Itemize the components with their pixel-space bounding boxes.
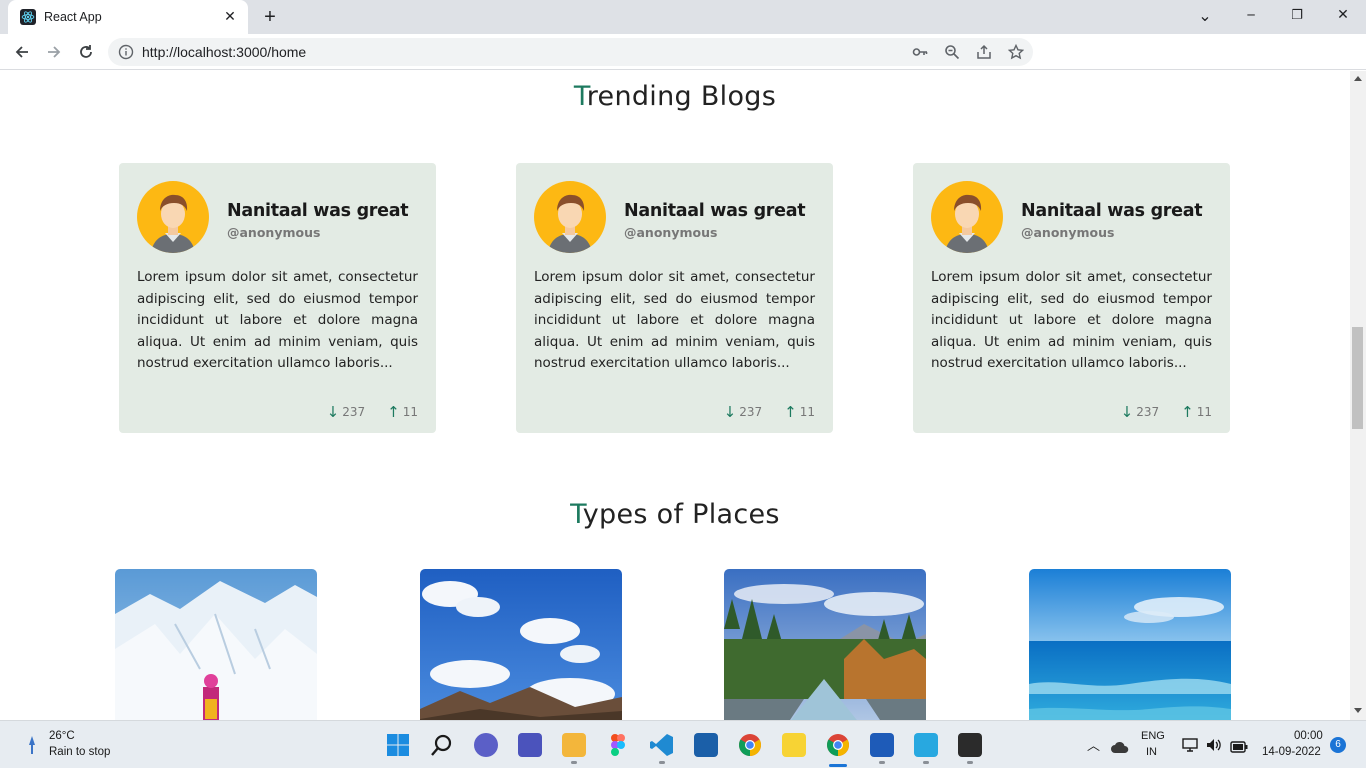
chrome-icon[interactable] [738,733,762,757]
downvote-count: 237 [1136,405,1160,419]
file-explorer-icon[interactable] [562,733,586,757]
tray-overflow-chevron-icon[interactable]: ︿ [1087,735,1100,754]
blog-vote-stats: ↓ 237 ↑ 11 [327,403,418,421]
down-arrow-icon[interactable]: ↓ [1121,403,1134,421]
user-avatar-icon [151,194,195,253]
up-arrow-icon[interactable]: ↑ [387,403,400,421]
browser-toolbar: http://localhost:3000/home 1 N [0,34,1366,97]
blog-excerpt: Lorem ipsum dolor sit amet, consectetur … [137,269,418,371]
react-logo-icon [20,9,36,25]
share-icon[interactable] [976,44,992,60]
blog-excerpt: Lorem ipsum dolor sit amet, consectetur … [534,269,815,371]
tab-search-chevron-icon[interactable]: ⌄ [1182,0,1228,30]
upvote-count: 11 [799,405,815,419]
key-icon[interactable] [912,44,928,60]
search-icon[interactable] [430,733,454,757]
scroll-down-arrow-icon[interactable] [1354,708,1362,713]
blog-title[interactable]: Nanitaal was great [624,201,806,221]
down-arrow-icon[interactable]: ↓ [327,403,340,421]
notification-badge[interactable]: 6 [1330,737,1346,753]
blog-excerpt: Lorem ipsum dolor sit amet, consectetur … [931,269,1212,371]
teams-icon[interactable] [518,733,542,757]
forward-button[interactable] [40,38,68,66]
back-button[interactable] [8,38,36,66]
blog-author-handle: @anonymous [624,225,718,240]
upvote-count: 11 [402,405,418,419]
scroll-up-arrow-icon[interactable] [1354,76,1362,81]
reload-button[interactable] [72,38,100,66]
url-text[interactable]: http://localhost:3000/home [142,44,306,60]
avatar [534,181,606,253]
sticky-notes-icon[interactable] [782,733,806,757]
dev-home-icon[interactable] [694,733,718,757]
site-info-icon[interactable] [118,44,134,64]
tab-strip: React App ✕ + ⌄ ─ ❐ ✕ [0,0,1366,34]
blog-vote-stats: ↓ 237 ↑ 11 [1121,403,1212,421]
trending-blogs-heading: Trending Blogs [573,81,777,112]
blog-author-handle: @anonymous [1021,225,1115,240]
place-image-ocean-beach[interactable] [1029,569,1231,720]
volume-icon[interactable] [1206,737,1222,756]
blog-card[interactable]: Nanitaal was great @anonymous Lorem ipsu… [516,163,833,433]
bookmark-star-icon[interactable] [1007,43,1025,60]
terminal-icon[interactable] [958,733,982,757]
up-arrow-icon[interactable]: ↑ [784,403,797,421]
blog-card[interactable]: Nanitaal was great @anonymous Lorem ipsu… [119,163,436,433]
new-tab-button[interactable]: + [259,6,281,28]
scroll-thumb[interactable] [1352,327,1363,429]
types-of-places-heading: Types of Places [570,499,780,530]
user-avatar-icon [548,194,592,253]
blog-title[interactable]: Nanitaal was great [1021,201,1203,221]
weather-icon[interactable] [24,734,40,760]
down-arrow-icon[interactable]: ↓ [724,403,737,421]
word-icon[interactable] [870,733,894,757]
clock-time[interactable]: 00:00 [1294,730,1323,742]
battery-icon[interactable] [1230,738,1248,757]
page-scrollbar[interactable] [1350,71,1366,720]
windows-taskbar: 26°C Rain to stop ︿ ENG IN 00:00 14-09-2… [0,720,1366,768]
figma-icon[interactable] [606,733,630,757]
vscode-icon[interactable] [650,733,674,757]
address-bar[interactable]: http://localhost:3000/home [108,38,1033,66]
chrome-dev-icon[interactable] [826,733,850,757]
downvote-count: 237 [342,405,366,419]
downvote-count: 237 [739,405,763,419]
back-arrow-icon [15,46,28,58]
page-viewport: Trending Blogs Nanitaal was great @anony… [0,71,1350,720]
onedrive-cloud-icon[interactable] [1111,738,1129,757]
reload-icon [80,45,92,58]
minimize-button[interactable]: ─ [1228,0,1274,30]
zoom-icon[interactable] [944,44,960,60]
input-language[interactable]: ENG [1141,730,1165,742]
forward-arrow-icon [48,46,61,58]
up-arrow-icon[interactable]: ↑ [1181,403,1194,421]
place-image-blue-sky-clouds[interactable] [420,569,622,720]
place-image-snow-mountains[interactable] [115,569,317,720]
tab-title: React App [44,10,102,24]
notepad-icon[interactable] [914,733,938,757]
user-avatar-icon [945,194,989,253]
place-image-forest-river[interactable] [724,569,926,720]
browser-tab[interactable]: React App ✕ [8,0,248,34]
weather-temp[interactable]: 26°C [49,730,75,742]
close-tab-icon[interactable]: ✕ [220,7,240,27]
windows-start-icon[interactable] [386,733,410,757]
avatar [931,181,1003,253]
clock-date[interactable]: 14-09-2022 [1262,746,1321,758]
close-window-button[interactable]: ✕ [1320,0,1366,30]
blog-vote-stats: ↓ 237 ↑ 11 [724,403,815,421]
network-icon[interactable] [1182,737,1198,756]
blog-author-handle: @anonymous [227,225,321,240]
input-region[interactable]: IN [1146,746,1157,758]
blog-card[interactable]: Nanitaal was great @anonymous Lorem ipsu… [913,163,1230,433]
upvote-count: 11 [1196,405,1212,419]
active-app-indicator [829,764,847,767]
weather-description[interactable]: Rain to stop [49,746,110,758]
blog-title[interactable]: Nanitaal was great [227,201,409,221]
avatar [137,181,209,253]
meet-chat-icon[interactable] [474,733,498,757]
restore-button[interactable]: ❐ [1274,0,1320,30]
